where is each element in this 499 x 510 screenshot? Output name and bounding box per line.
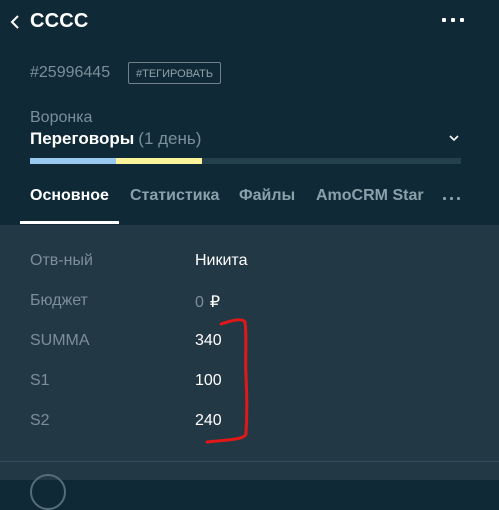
pipeline-stage-duration: (1 день) xyxy=(138,129,202,148)
budget-amount: 0 xyxy=(195,294,204,311)
field-value-budget[interactable]: 0 ₽ xyxy=(195,292,220,312)
tab-files[interactable]: Файлы xyxy=(239,187,295,205)
field-value-s1[interactable]: 100 xyxy=(195,372,222,390)
more-horizontal-icon[interactable] xyxy=(442,18,464,24)
avatar[interactable] xyxy=(30,474,66,510)
tab-main[interactable]: Основное xyxy=(30,187,109,205)
pipeline-label: Воронка xyxy=(30,109,93,126)
currency-symbol: ₽ xyxy=(209,294,221,311)
lead-id: #25996445 xyxy=(30,64,111,81)
chevron-left-icon xyxy=(10,15,19,29)
pipeline-stage-selector[interactable]: Переговоры (1 день) xyxy=(30,129,201,149)
field-value-summa[interactable]: 340 xyxy=(195,332,222,350)
back-button[interactable] xyxy=(6,12,26,32)
field-value-responsible[interactable]: Никита xyxy=(195,252,247,270)
tab-statistics[interactable]: Статистика xyxy=(130,187,219,205)
field-label-summa: SUMMA xyxy=(30,332,90,349)
tabs-more-icon[interactable] xyxy=(443,197,461,201)
tab-amocrm-clip: AmoCRM Star xyxy=(316,187,426,217)
chevron-down-icon[interactable] xyxy=(448,131,460,142)
field-label-responsible: Отв-ный xyxy=(30,252,93,269)
add-tag-button[interactable]: #ТЕГИРОВАТЬ xyxy=(128,62,222,84)
progress-passed-segment xyxy=(30,158,116,164)
field-label-s2: S2 xyxy=(30,412,50,429)
tab-amocrm[interactable]: AmoCRM Star xyxy=(316,187,424,205)
field-label-budget: Бюджет xyxy=(30,292,88,309)
active-tab-indicator xyxy=(20,221,119,224)
section-divider xyxy=(0,461,499,462)
tab-bar: Основное Статистика Файлы AmoCRM Star xyxy=(0,187,499,225)
progress-current-segment xyxy=(116,158,202,164)
pipeline-progress-bar xyxy=(30,158,461,164)
lead-title[interactable]: СССС xyxy=(30,10,89,33)
field-label-s1: S1 xyxy=(30,372,50,389)
field-value-s2[interactable]: 240 xyxy=(195,412,222,430)
lead-header-panel: СССС #25996445 #ТЕГИРОВАТЬ Воронка Перег… xyxy=(0,0,499,225)
pipeline-stage-name: Переговоры xyxy=(30,129,135,148)
